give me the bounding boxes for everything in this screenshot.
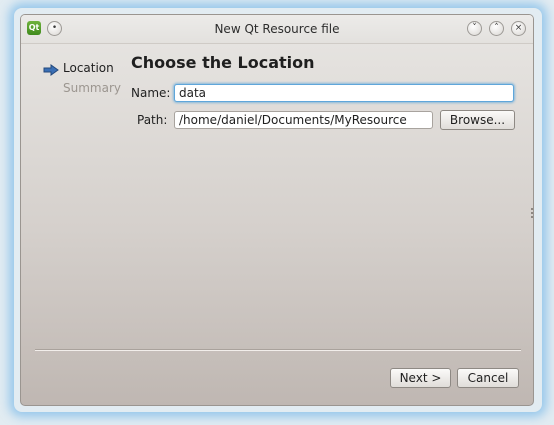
window-title: New Qt Resource file [214, 22, 340, 36]
maximize-button[interactable]: ˄ [489, 21, 504, 36]
footer-separator [35, 349, 521, 351]
name-label: Name: [131, 86, 171, 100]
name-field[interactable]: data [174, 84, 514, 102]
close-button[interactable]: × [511, 21, 526, 36]
title-bar[interactable]: Qt • New Qt Resource file ˅ ˄ × [21, 15, 533, 44]
page-title: Choose the Location [131, 53, 315, 72]
path-label: Path: [137, 113, 168, 127]
minimize-button[interactable]: ˅ [467, 21, 482, 36]
resize-grip[interactable] [531, 208, 533, 218]
cancel-button[interactable]: Cancel [457, 368, 519, 388]
path-field[interactable]: /home/daniel/Documents/MyResource [174, 111, 433, 129]
next-button[interactable]: Next > [390, 368, 451, 388]
browse-button[interactable]: Browse... [440, 110, 515, 130]
wizard-window: Qt • New Qt Resource file ˅ ˄ × Location… [20, 14, 534, 406]
sidebar-item-summary: Summary [63, 81, 121, 95]
sidebar-item-location: Location [63, 61, 114, 75]
current-step-arrow-icon [43, 64, 59, 76]
